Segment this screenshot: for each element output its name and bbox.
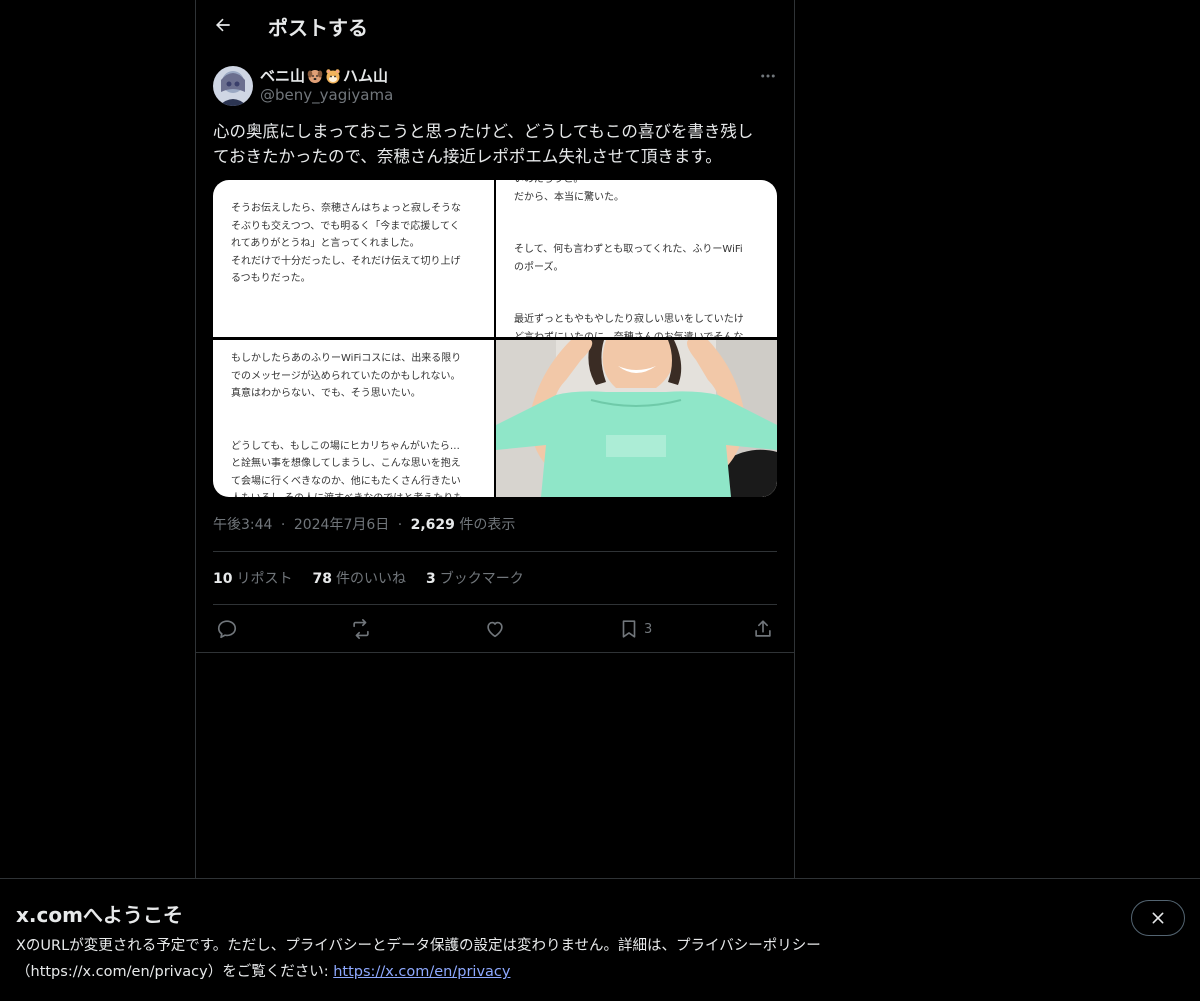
post-meta: 午後3:44 · 2024年7月6日 · 2,629 件の表示 — [213, 514, 515, 534]
post-bottom-border — [196, 652, 794, 653]
media-image-2[interactable]: いのだろうと。 だから、本当に驚いた。 そして、何も言わずとも取ってくれた、ふり… — [496, 180, 777, 337]
more-icon — [761, 74, 775, 78]
avatar-image — [213, 66, 253, 106]
views-label: 件の表示 — [459, 517, 516, 533]
bookmark-button[interactable]: 3 — [618, 616, 652, 642]
privacy-link[interactable]: https://x.com/en/privacy — [333, 964, 510, 980]
meta-separator-1: · — [280, 517, 286, 533]
bookmarks-stat[interactable]: 3 ブックマーク — [426, 568, 524, 588]
image-1-text: そうお伝えしたら、奈穂さんはちょっと寂しそうな そぶりも交えつつ、でも明るく「今… — [231, 203, 461, 284]
post-date[interactable]: 2024年7月6日 — [294, 517, 389, 533]
avatar[interactable] — [213, 66, 253, 106]
like-button[interactable] — [484, 616, 506, 642]
divider-top — [213, 551, 777, 552]
post-column: ポストする ベニ山 ハム山 @beny_yagiyama 心の奥底にしまっておこ… — [195, 0, 795, 878]
media-image-3[interactable]: もしかしたらあのふりーWiFiコスには、出来る限り でのメッセージが込められてい… — [213, 340, 494, 497]
likes-count: 78 — [312, 571, 332, 587]
action-bar: 3 — [196, 612, 794, 648]
page-title: ポストする — [268, 16, 368, 40]
banner-title: x.comへようこそ — [16, 903, 183, 927]
bookmark-icon — [622, 620, 636, 638]
reposts-count: 10 — [213, 571, 233, 587]
heart-icon — [487, 621, 503, 638]
banner-body: XのURLが変更される予定です。ただし、プライバシーとデータ保護の設定は変わりま… — [16, 933, 886, 985]
post-stats: 10 リポスト 78 件のいいね 3 ブックマーク — [213, 568, 524, 588]
views-count: 2,629 — [410, 517, 455, 533]
header: ポストする — [196, 0, 794, 53]
media-image-1[interactable]: そうお伝えしたら、奈穂さんはちょっと寂しそうな そぶりも交えつつ、でも明るく「今… — [213, 180, 494, 337]
image-3-text: もしかしたらあのふりーWiFiコスには、出来る限り でのメッセージが込められてい… — [231, 353, 463, 497]
reposts-stat[interactable]: 10 リポスト — [213, 568, 292, 588]
repost-button[interactable] — [350, 616, 372, 642]
reposts-label: リポスト — [236, 571, 293, 587]
photo-woman-mint-shirt — [496, 340, 777, 497]
more-options-button[interactable] — [756, 64, 780, 88]
bookmarks-label: ブックマーク — [439, 571, 524, 587]
banner-close-button[interactable] — [1131, 900, 1185, 936]
likes-label: 件のいいね — [335, 571, 406, 587]
likes-stat[interactable]: 78 件のいいね — [312, 568, 405, 588]
meta-separator-2: · — [397, 517, 403, 533]
display-name-suffix: ハム山 — [343, 67, 389, 85]
display-name[interactable]: ベニ山 ハム山 — [260, 65, 388, 86]
close-icon — [1152, 912, 1164, 924]
display-name-text: ベニ山 — [260, 67, 306, 85]
divider-bottom — [213, 604, 777, 605]
user-handle[interactable]: @beny_yagiyama — [260, 86, 393, 104]
bookmarks-count: 3 — [425, 571, 436, 587]
arrow-left-icon — [216, 18, 230, 32]
post-time[interactable]: 午後3:44 — [213, 517, 272, 533]
repost-icon — [353, 619, 369, 639]
bookmark-count: 3 — [644, 621, 653, 637]
reply-button[interactable] — [216, 616, 238, 642]
share-icon — [755, 620, 771, 637]
media-image-4[interactable] — [496, 340, 777, 497]
post-media-grid: そうお伝えしたら、奈穂さんはちょっと寂しそうな そぶりも交えつつ、でも明るく「今… — [213, 180, 777, 497]
reply-icon — [217, 620, 237, 639]
dog-face-emoji — [307, 69, 323, 83]
share-button[interactable] — [752, 616, 774, 642]
post-text: 心の奥底にしまっておこうと思ったけど、どうしてもこの喜びを書き残し ておきたかっ… — [213, 122, 754, 166]
welcome-banner: x.comへようこそ XのURLが変更される予定です。ただし、プライバシーとデー… — [0, 878, 1200, 1001]
hamster-face-emoji — [326, 68, 340, 83]
back-button[interactable] — [206, 8, 240, 42]
image-2-text: いのだろうと。 だから、本当に驚いた。 そして、何も言わずとも取ってくれた、ふり… — [514, 180, 744, 337]
